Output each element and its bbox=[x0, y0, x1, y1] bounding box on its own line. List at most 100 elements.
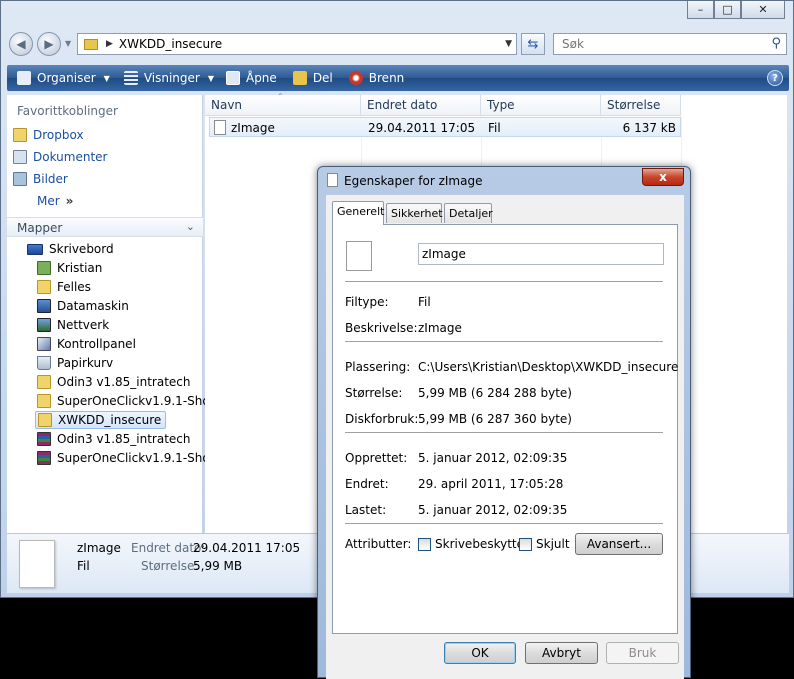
column-header-name[interactable]: Navn ⌃ bbox=[205, 92, 361, 116]
back-button[interactable]: ◀ bbox=[9, 32, 33, 56]
file-type-label: Filtype: bbox=[345, 295, 389, 309]
column-header-size[interactable]: Størrelse bbox=[601, 95, 681, 116]
folder-icon bbox=[37, 394, 51, 408]
tree-item-folder[interactable]: Odin3 v1.85_intratech bbox=[37, 373, 191, 391]
tree-item-control-panel[interactable]: Kontrollpanel bbox=[37, 335, 136, 353]
favorite-label: Dropbox bbox=[33, 128, 84, 142]
views-label: Visninger bbox=[143, 71, 200, 85]
folders-header[interactable]: Mapper ⌄ bbox=[7, 217, 203, 237]
dialog-close-button[interactable]: x bbox=[642, 168, 684, 186]
tree-item-recycle-bin[interactable]: Papirkurv bbox=[37, 354, 113, 372]
burn-button[interactable]: Brenn bbox=[348, 67, 404, 89]
organise-label: Organiser bbox=[37, 71, 96, 85]
back-arrow-icon: ◀ bbox=[16, 37, 26, 51]
document-icon bbox=[214, 120, 226, 138]
tree-item-folder[interactable]: SuperOneClickv1.9.1-Short bbox=[37, 392, 219, 410]
open-button[interactable]: Åpne bbox=[225, 67, 277, 89]
history-chevron-icon[interactable]: ▼ bbox=[65, 39, 71, 48]
file-name-field[interactable] bbox=[418, 243, 664, 265]
share-button[interactable]: Del bbox=[292, 67, 333, 89]
favorites-header: Favorittkoblinger bbox=[17, 104, 118, 118]
double-chevron-icon: » bbox=[65, 194, 74, 208]
search-icon[interactable]: ⚲ bbox=[771, 36, 781, 51]
user-folder-icon bbox=[37, 261, 51, 275]
breadcrumb-separator-icon[interactable]: ▶ bbox=[106, 39, 113, 49]
tree-item-archive[interactable]: SuperOneClickv1.9.1-Short bbox=[37, 449, 219, 467]
tree-item-computer[interactable]: Datamaskin bbox=[37, 297, 129, 315]
cancel-button[interactable]: Avbryt bbox=[525, 642, 598, 664]
explorer-titlebar[interactable]: – □ ✕ bbox=[1, 1, 793, 23]
forward-button[interactable]: ▶ bbox=[37, 32, 61, 56]
favorite-item-pictures[interactable]: Bilder bbox=[13, 170, 68, 188]
column-header-modified[interactable]: Endret dato bbox=[361, 95, 481, 116]
readonly-checkbox[interactable]: Skrivebeskyttet bbox=[418, 537, 529, 551]
organise-icon bbox=[17, 71, 31, 85]
divider bbox=[345, 281, 663, 282]
size-label: Størrelse: bbox=[345, 386, 403, 400]
tree-label: Odin3 v1.85_intratech bbox=[57, 432, 191, 446]
disk-usage-label: Diskforbruk: bbox=[345, 412, 419, 426]
refresh-icon: ⇆ bbox=[527, 36, 539, 52]
folders-header-label: Mapper bbox=[17, 221, 63, 235]
organise-menu[interactable]: Organiser ▼ bbox=[17, 67, 110, 89]
tab-general[interactable]: Generelt bbox=[332, 201, 384, 225]
more-label: Mer bbox=[37, 194, 60, 208]
computer-icon bbox=[37, 299, 51, 313]
tab-details[interactable]: Detaljer bbox=[444, 203, 493, 223]
favorites-more-link[interactable]: Mer » bbox=[31, 192, 73, 210]
views-icon bbox=[123, 71, 138, 85]
apply-button[interactable]: Bruk bbox=[606, 642, 679, 664]
views-menu[interactable]: Visninger ▼ bbox=[123, 67, 214, 89]
minimize-icon: – bbox=[697, 3, 704, 16]
tree-item-public[interactable]: Felles bbox=[37, 278, 91, 296]
checkbox-box[interactable] bbox=[418, 537, 431, 551]
favorite-item-dropbox[interactable]: Dropbox bbox=[13, 126, 84, 144]
maximize-button[interactable]: □ bbox=[714, 1, 741, 19]
open-icon bbox=[225, 71, 240, 85]
tab-security[interactable]: Sikkerhet bbox=[386, 203, 443, 223]
file-type-cell: Fil bbox=[488, 121, 501, 135]
share-label: Del bbox=[312, 71, 333, 85]
hidden-checkbox[interactable]: Skjult bbox=[519, 537, 570, 551]
description-label: Beskrivelse: bbox=[345, 321, 418, 335]
address-path[interactable]: XWKDD_insecure bbox=[119, 37, 222, 51]
general-tab-panel: Filtype: Fil Beskrivelse: zImage Plasser… bbox=[332, 224, 678, 634]
accessed-value: 5. januar 2012, 02:09:35 bbox=[418, 503, 568, 517]
tree-label: Datamaskin bbox=[57, 299, 129, 313]
search-input[interactable] bbox=[560, 35, 760, 53]
ok-button[interactable]: OK bbox=[444, 642, 516, 664]
address-dropdown-icon[interactable]: ▼ bbox=[505, 39, 512, 49]
file-size-cell: 6 137 kB bbox=[622, 121, 676, 135]
file-row[interactable]: zImage 29.04.2011 17:05 Fil 6 137 kB bbox=[209, 117, 681, 137]
help-button[interactable]: ? bbox=[767, 70, 783, 86]
rar-archive-icon bbox=[37, 451, 51, 465]
tree-label: Nettverk bbox=[57, 318, 110, 332]
details-size-label: Størrelse: bbox=[141, 559, 199, 573]
readonly-label: Skrivebeskyttet bbox=[435, 537, 529, 551]
column-label: Navn bbox=[211, 98, 243, 112]
minimize-button[interactable]: – bbox=[687, 1, 714, 19]
tree-label: Papirkurv bbox=[57, 356, 114, 370]
refresh-button[interactable]: ⇆ bbox=[521, 33, 545, 55]
burn-disc-icon bbox=[348, 71, 363, 85]
tree-label: Skrivebord bbox=[49, 242, 114, 256]
tree-item-network[interactable]: Nettverk bbox=[37, 316, 109, 334]
file-icon bbox=[346, 241, 372, 271]
tree-label: SuperOneClickv1.9.1-Short bbox=[57, 451, 220, 465]
details-file-type: Fil bbox=[77, 559, 90, 573]
divider bbox=[345, 523, 663, 524]
favorite-item-documents[interactable]: Dokumenter bbox=[13, 148, 107, 166]
tree-item-archive[interactable]: Odin3 v1.85_intratech bbox=[37, 430, 191, 448]
file-type-value: Fil bbox=[418, 295, 431, 309]
tree-item-user[interactable]: Kristian bbox=[37, 259, 102, 277]
folder-icon bbox=[37, 375, 51, 389]
close-window-button[interactable]: ✕ bbox=[741, 1, 785, 19]
address-bar[interactable]: ▶ XWKDD_insecure ▼ bbox=[77, 33, 517, 55]
column-header-type[interactable]: Type bbox=[481, 95, 601, 116]
advanced-button[interactable]: Avansert... bbox=[575, 533, 663, 555]
chevron-down-icon: ▼ bbox=[207, 73, 214, 83]
checkbox-box[interactable] bbox=[519, 537, 532, 551]
tree-item-desktop[interactable]: Skrivebord bbox=[27, 240, 114, 258]
tree-item-folder-selected[interactable]: XWKDD_insecure bbox=[35, 411, 167, 429]
folder-icon bbox=[38, 413, 52, 427]
